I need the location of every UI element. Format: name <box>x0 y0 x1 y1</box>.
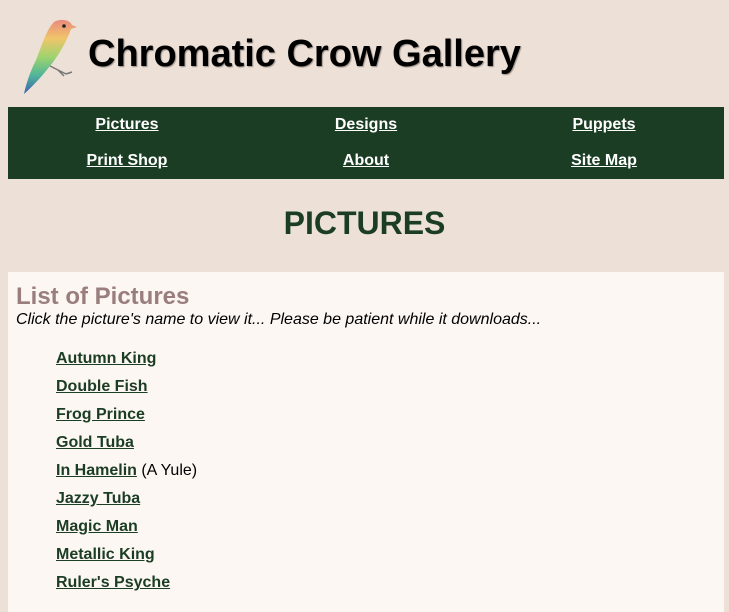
main-nav: Pictures Designs Puppets Print Shop Abou… <box>8 107 724 179</box>
picture-link-in-hamelin[interactable]: In Hamelin <box>56 462 137 479</box>
picture-link-rulers-psyche[interactable]: Ruler's Psyche <box>56 574 170 591</box>
picture-link-metallic-king[interactable]: Metallic King <box>56 546 155 563</box>
nav-link-puppets[interactable]: Puppets <box>514 116 694 134</box>
list-item: Autumn King <box>56 350 156 368</box>
nav-link-site-map[interactable]: Site Map <box>514 152 694 170</box>
list-item: Gold Tuba <box>56 434 134 452</box>
nav-link-about[interactable]: About <box>276 152 456 170</box>
site-header: Chromatic Crow Gallery <box>0 0 729 107</box>
picture-link-autumn-king[interactable]: Autumn King <box>56 350 156 367</box>
crow-logo-icon <box>24 19 77 94</box>
picture-link-double-fish[interactable]: Double Fish <box>56 378 148 395</box>
list-instructions: Click the picture's name to view it... P… <box>16 311 542 328</box>
list-item: Jazzy Tuba <box>56 490 140 508</box>
list-item: Metallic King <box>56 546 155 564</box>
list-item: Double Fish <box>56 378 148 396</box>
page-title: PICTURES <box>283 205 446 241</box>
picture-link-frog-prince[interactable]: Frog Prince <box>56 406 145 423</box>
nav-link-print-shop[interactable]: Print Shop <box>37 152 217 170</box>
list-item: In Hamelin (A Yule) <box>56 462 197 480</box>
nav-link-pictures[interactable]: Pictures <box>37 116 217 134</box>
list-title: List of Pictures <box>16 283 190 310</box>
picture-link-jazzy-tuba[interactable]: Jazzy Tuba <box>56 490 140 507</box>
site-title: Chromatic Crow Gallery <box>88 33 521 75</box>
picture-note: (A Yule) <box>136 462 198 479</box>
list-item: Ruler's Psyche <box>56 574 170 592</box>
nav-link-designs[interactable]: Designs <box>276 116 456 134</box>
list-item: Magic Man <box>56 518 138 536</box>
list-item: Frog Prince <box>56 406 145 424</box>
picture-link-magic-man[interactable]: Magic Man <box>56 518 138 535</box>
picture-link-gold-tuba[interactable]: Gold Tuba <box>56 434 134 451</box>
pictures-panel: List of Pictures Click the picture's nam… <box>8 272 724 612</box>
